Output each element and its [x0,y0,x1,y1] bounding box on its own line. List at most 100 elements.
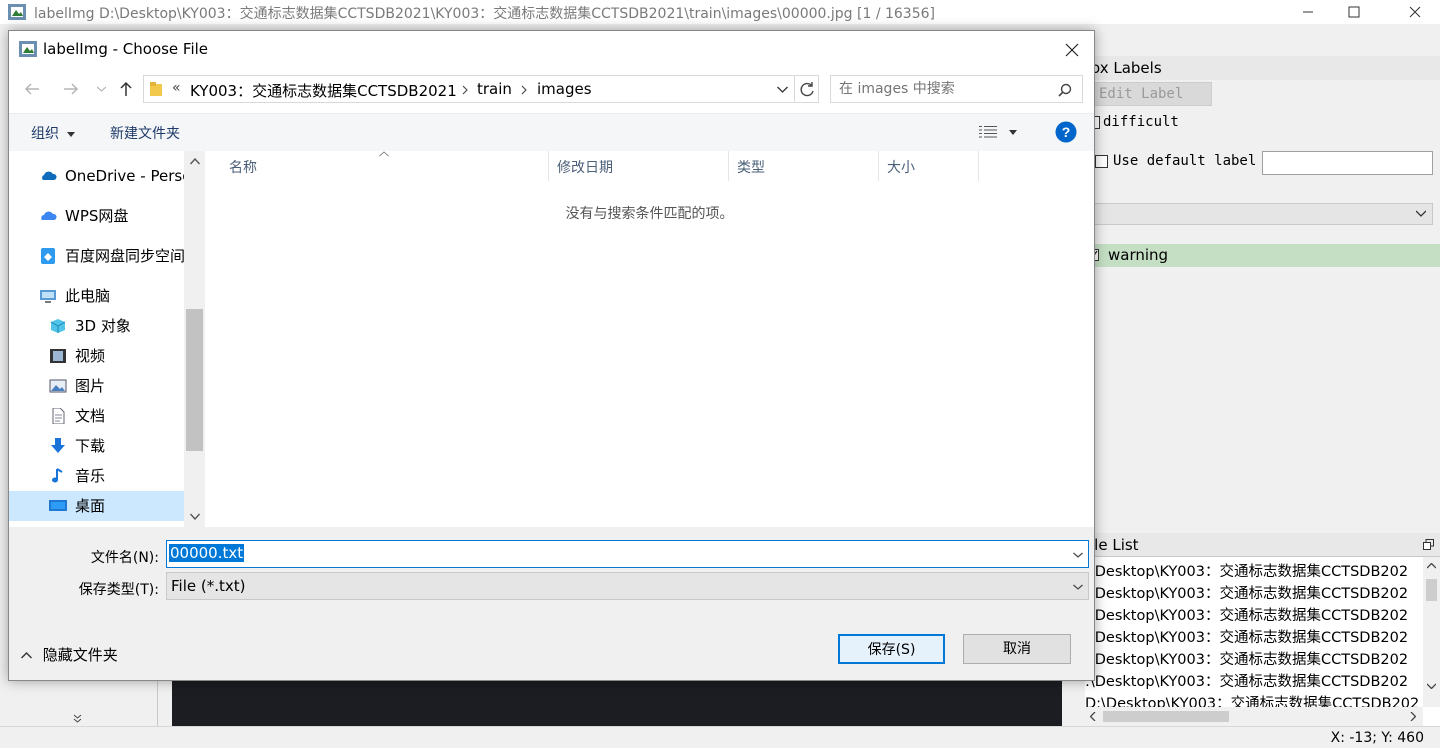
new-folder-button[interactable]: 新建文件夹 [110,123,180,143]
back-arrow-icon[interactable] [24,83,40,95]
scroll-up-icon[interactable] [190,158,200,165]
nav-item-label: 百度网盘同步空间 [65,247,184,265]
breadcrumb-item[interactable]: KY003：交通标志数据集CCTSDB2021 [190,80,457,101]
scroll-right-icon[interactable] [1410,712,1416,721]
nav-item-pictures[interactable]: 图片 [49,371,184,401]
column-header-type[interactable]: 类型 [729,151,879,181]
navigation-pane[interactable]: OneDrive - Personal WPS网盘 百度网盘同步空间 此电脑 3… [9,151,205,527]
save-button[interactable]: 保存(S) [838,634,945,664]
organize-button[interactable]: 组织 [31,123,76,143]
vscroll-thumb[interactable] [1426,579,1437,601]
column-header-name[interactable]: 名称 [221,151,549,181]
recent-locations-chevron-icon[interactable] [97,86,106,92]
3d-objects-icon [50,319,66,333]
help-icon[interactable]: ? [1055,121,1077,143]
status-bar: X: -13; Y: 460 [0,726,1440,748]
scroll-down-icon[interactable] [1427,683,1436,689]
hscroll-thumb[interactable] [1103,711,1229,722]
baidu-netdisk-icon [41,248,55,264]
scroll-up-icon[interactable] [1427,563,1436,569]
tools-toolbar [0,680,158,726]
maximize-button[interactable] [1331,0,1377,24]
use-default-label-checkbox[interactable] [1095,155,1108,168]
nav-item-wps-cloud[interactable]: WPS网盘 [39,201,184,231]
breadcrumb-item[interactable]: images [537,80,592,98]
refresh-button[interactable] [794,76,819,102]
cancel-button[interactable]: 取消 [963,634,1071,664]
edit-label-button[interactable]: Edit Label [1090,82,1212,106]
nav-item-label: 图片 [75,377,106,395]
label-combo-box[interactable] [1090,203,1433,225]
nav-item-baidu-netdisk[interactable]: 百度网盘同步空间 [39,241,184,271]
wps-cloud-icon [41,211,57,220]
file-list-hscrollbar[interactable] [1085,707,1423,726]
empty-results-message: 没有与搜索条件匹配的项。 [565,206,734,222]
nav-item-documents[interactable]: 文档 [49,401,184,431]
column-header-size[interactable]: 大小 [879,151,979,181]
forward-arrow-icon[interactable] [63,83,79,95]
file-list-item[interactable]: :\Desktop\KY003：交通标志数据集CCTSDB202 [1085,605,1421,627]
hide-folders-toggle[interactable]: 隐藏文件夹 [21,644,118,665]
file-list-item[interactable]: :\Desktop\KY003：交通标志数据集CCTSDB202 [1085,583,1421,605]
file-list-pane[interactable]: 名称 修改日期 类型 大小 没有与搜索条件匹配的项。 [205,151,1094,527]
save-options-area: 文件名(N): 00000.txt 保存类型(T): File (*.txt) … [9,527,1094,680]
file-list-title-bar: ile List [1085,533,1440,557]
nav-item-label: 文档 [75,407,106,425]
organize-label: 组织 [31,126,59,142]
search-box[interactable] [830,75,1083,103]
maximize-icon [1348,6,1360,18]
breadcrumb-item[interactable]: train [477,80,512,98]
chevron-down-icon[interactable] [1073,552,1083,558]
main-title-bar: labelImg D:\Desktop\KY003：交通标志数据集CCTSDB2… [0,0,1440,24]
column-header-date-modified[interactable]: 修改日期 [549,151,729,181]
expand-toolbar-icon[interactable] [73,714,82,723]
vscroll-thumb[interactable] [186,309,203,451]
labelimg-app-icon [19,41,37,57]
labelimg-app-icon [8,4,26,20]
dialog-close-button[interactable] [1049,31,1095,69]
filename-value[interactable]: 00000.txt [169,544,245,562]
nav-item-3d-objects[interactable]: 3D 对象 [49,311,184,341]
filetype-select[interactable]: File (*.txt) [166,572,1089,600]
file-list-title: ile List [1090,536,1139,554]
view-dropdown-icon[interactable] [1009,130,1017,135]
image-canvas[interactable] [172,680,1062,726]
filename-field[interactable]: 00000.txt [166,540,1089,568]
edit-label-text: Edit Label [1099,86,1184,102]
file-list-item[interactable]: :\Desktop\KY003：交通标志数据集CCTSDB202 [1085,627,1421,649]
file-list-item[interactable]: :\Desktop\KY003：交通标志数据集CCTSDB202 [1085,671,1421,693]
breadcrumb-separator-icon[interactable] [521,85,527,95]
minimize-button[interactable] [1285,0,1331,24]
desktop-icon [49,500,67,511]
onedrive-icon [42,171,57,180]
file-list-item[interactable]: :\Desktop\KY003：交通标志数据集CCTSDB202 [1085,561,1421,583]
address-bar[interactable]: « KY003：交通标志数据集CCTSDB2021 train images [143,75,819,103]
search-icon[interactable] [1058,83,1072,97]
scroll-left-icon[interactable] [1090,712,1096,721]
label-list-item[interactable]: warning [1085,244,1440,267]
breadcrumb-separator-icon[interactable] [462,85,468,95]
nav-item-onedrive[interactable]: OneDrive - Personal [39,161,184,191]
close-window-button[interactable] [1392,0,1438,24]
use-default-label-text: Use default label [1113,153,1257,169]
navigation-pane-scrollbar[interactable] [184,151,205,527]
file-list-item[interactable]: :\Desktop\KY003：交通标志数据集CCTSDB202 [1085,649,1421,671]
address-history-chevron-icon[interactable] [777,86,788,93]
file-list-vscrollbar[interactable] [1423,557,1440,707]
view-options-icon[interactable] [979,125,997,139]
nav-item-desktop[interactable]: 桌面 [9,491,184,521]
nav-item-downloads[interactable]: 下载 [49,431,184,461]
search-input[interactable] [839,79,1049,99]
scroll-down-icon[interactable] [190,513,200,520]
up-arrow-icon[interactable] [120,81,132,97]
default-label-input[interactable] [1262,151,1433,175]
file-list-item[interactable]: D:\Desktop\KY003：交通标志数据集CCTSDB202 [1085,693,1421,707]
nav-item-videos[interactable]: 视频 [49,341,184,371]
nav-item-music[interactable]: 音乐 [49,461,184,491]
breadcrumb-overflow[interactable]: « [172,80,181,96]
float-dock-icon[interactable] [1423,539,1434,550]
nav-item-this-pc[interactable]: 此电脑 [39,281,184,311]
filename-label: 文件名(N): [90,550,159,566]
file-list[interactable]: :\Desktop\KY003：交通标志数据集CCTSDB202 :\Deskt… [1085,556,1440,726]
close-icon [1409,6,1421,18]
